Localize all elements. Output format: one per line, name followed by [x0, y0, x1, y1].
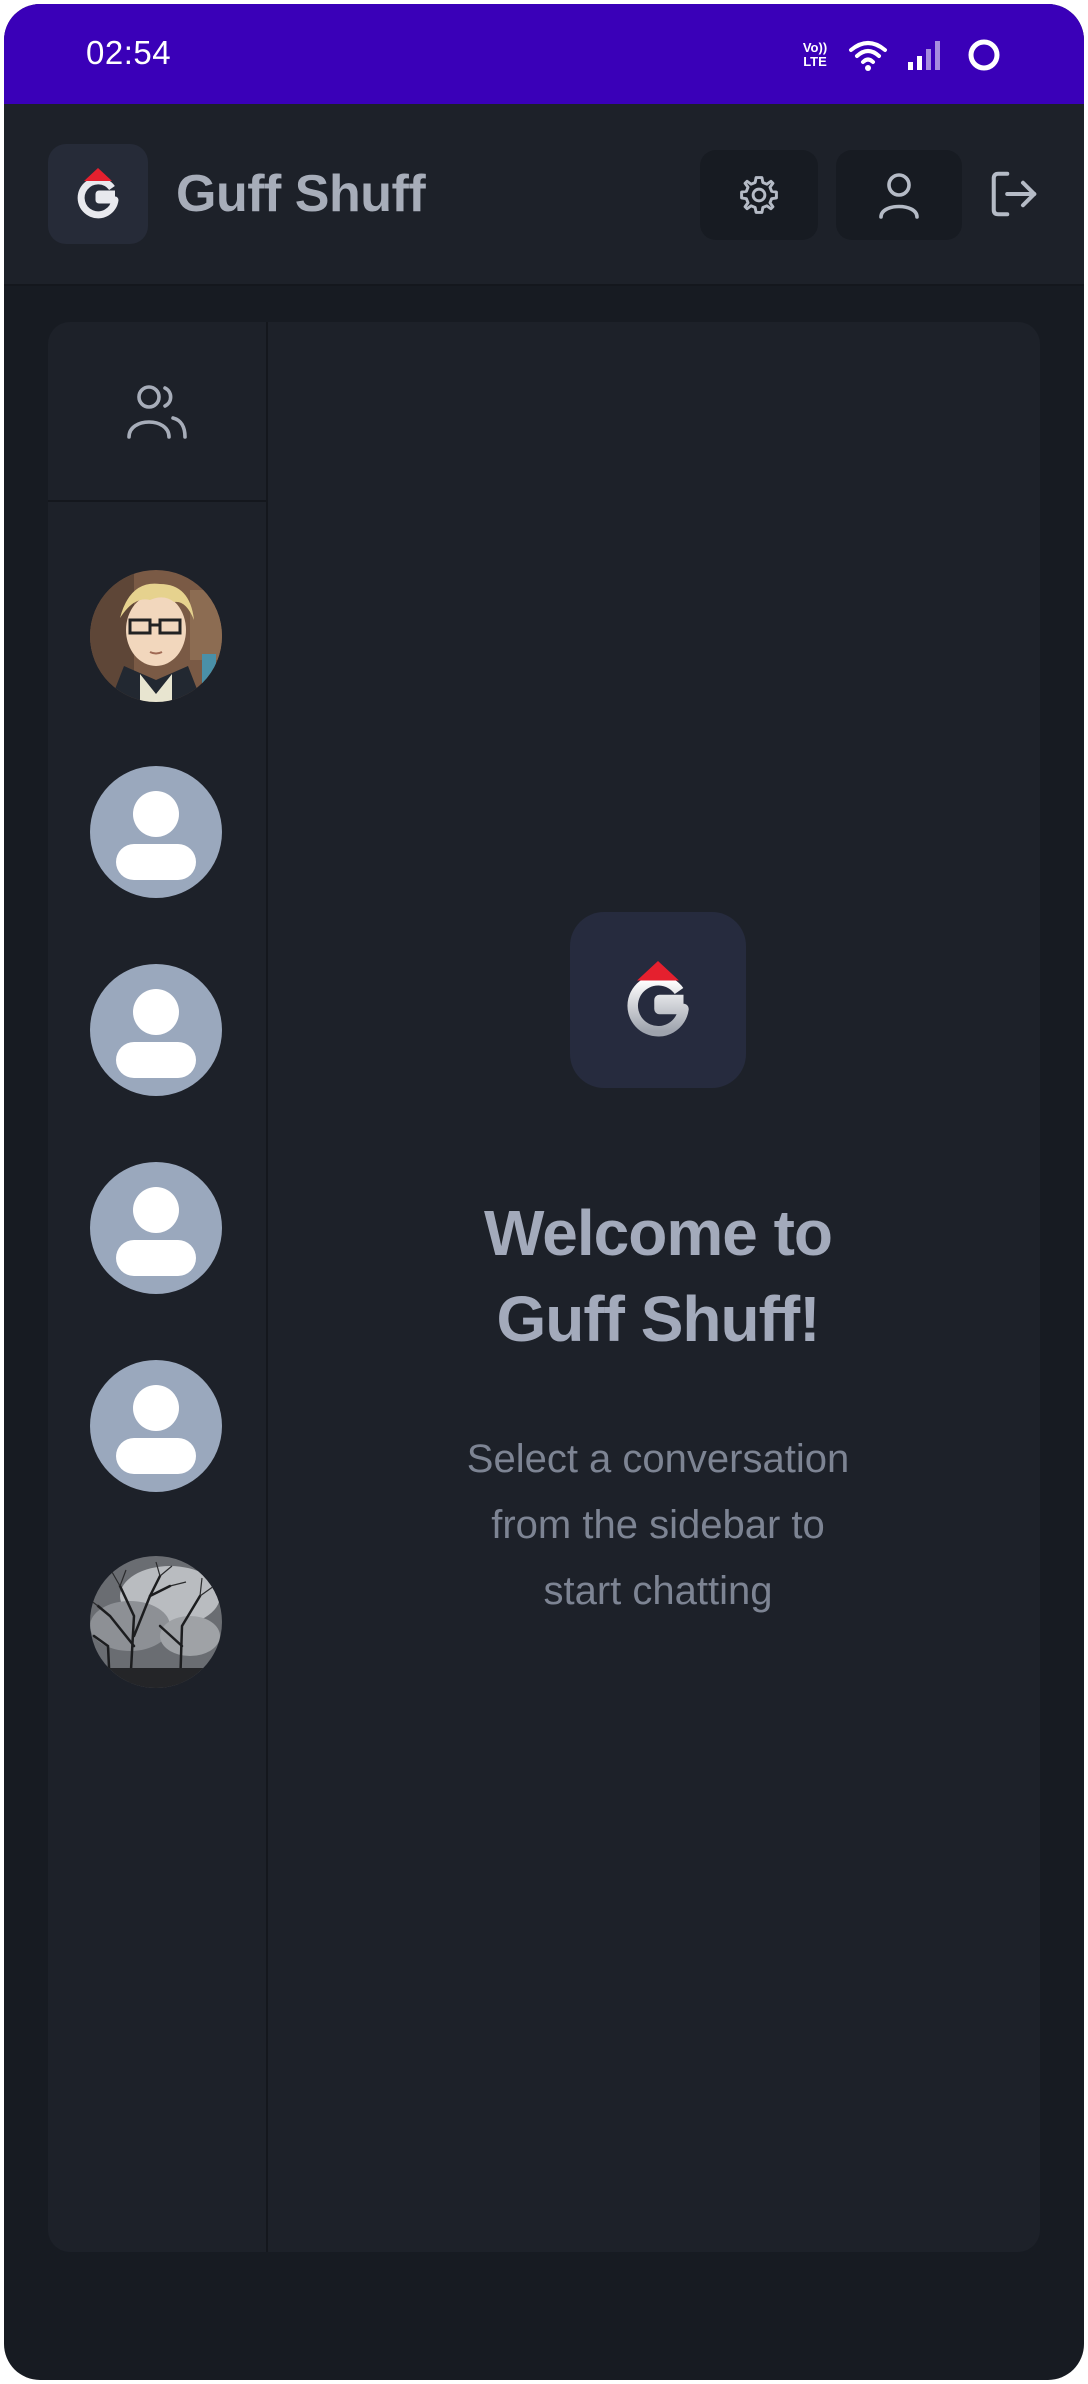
welcome-title-line: Welcome to: [484, 1197, 833, 1269]
chat-panel: Welcome to Guff Shuff! Select a conversa…: [48, 322, 1040, 2252]
contacts-sidebar: [48, 322, 268, 2252]
wifi-icon: [849, 41, 887, 71]
app-logo: [48, 144, 148, 244]
user-icon: [879, 173, 919, 219]
app-title: Guff Shuff: [176, 165, 426, 223]
volte-label-top: Vo)): [802, 40, 828, 55]
guff-shuff-logo-icon: [77, 168, 119, 219]
default-person-icon: [116, 1385, 196, 1474]
default-person-icon: [116, 989, 196, 1078]
status-icons: Vo)) LTE: [800, 28, 1004, 82]
contact-avatar[interactable]: [90, 964, 222, 1096]
contact-avatar[interactable]: [90, 1360, 222, 1492]
contact-avatar[interactable]: [90, 570, 222, 702]
cell-signal-icon: [908, 41, 940, 70]
welcome-title-line: Guff Shuff!: [496, 1283, 820, 1355]
phone-screen: 02:54 Vo)) LTE Guff Shuff Welcome to Guf…: [4, 4, 1084, 2380]
status-bar: 02:54 Vo)) LTE: [4, 4, 1084, 104]
settings-button[interactable]: [700, 150, 818, 240]
volte-label-bottom: LTE: [803, 54, 827, 69]
volte-icon: Vo)) LTE: [800, 41, 830, 69]
anime-character-photo: [90, 570, 222, 702]
profile-button[interactable]: [836, 150, 962, 240]
users-icon: [127, 385, 187, 439]
trees-sky-photo: [90, 1556, 222, 1688]
welcome-subtitle-line: from the sidebar to: [491, 1503, 825, 1547]
welcome-subtitle-line: Select a conversation: [466, 1437, 850, 1481]
app-header: Guff Shuff: [4, 104, 1084, 286]
contacts-header[interactable]: [48, 322, 266, 502]
status-time: 02:54: [86, 34, 172, 71]
sync-ring-icon: [968, 39, 1000, 71]
logout-button[interactable]: [978, 158, 1050, 230]
welcome-logo: [570, 912, 746, 1088]
contact-avatar[interactable]: [90, 766, 222, 898]
contact-avatar[interactable]: [90, 1556, 222, 1688]
contact-avatar[interactable]: [90, 1162, 222, 1294]
welcome-subtitle: Select a conversation from the sidebar t…: [394, 1426, 922, 1624]
welcome-title: Welcome to Guff Shuff!: [354, 1190, 962, 1362]
welcome-subtitle-line: start chatting: [543, 1569, 773, 1613]
gear-icon: [740, 176, 778, 214]
chat-main-area: Welcome to Guff Shuff! Select a conversa…: [268, 322, 1040, 2252]
default-person-icon: [116, 1187, 196, 1276]
guff-shuff-logo-icon: [627, 961, 689, 1037]
logout-icon: [991, 171, 1037, 217]
default-person-icon: [116, 791, 196, 880]
